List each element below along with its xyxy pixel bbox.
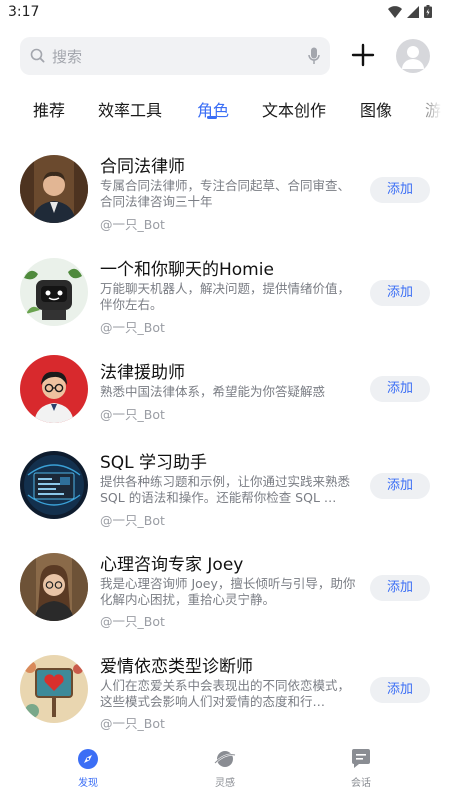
bot-author: @一只_Bot	[100, 320, 165, 335]
bot-author: @一只_Bot	[100, 513, 165, 528]
search-icon	[30, 48, 45, 63]
bot-avatar-sql	[20, 451, 88, 519]
tab-images[interactable]: 图像	[360, 97, 392, 121]
bot-description: 我是心理咨询师 Joey，擅长倾听与引导，助你化解内心困扰，重拾心灵宁静。	[100, 576, 356, 607]
bot-author: @一只_Bot	[100, 716, 165, 731]
nav-label: 会话	[351, 778, 371, 789]
tab-recommend[interactable]: 推荐	[33, 97, 65, 121]
active-tab-indicator	[207, 116, 217, 119]
nav-inspiration[interactable]: 灵感	[195, 748, 255, 789]
wifi-icon	[388, 5, 402, 18]
bot-description: 熟悉中国法律体系，希望能为你答疑解惑	[100, 384, 326, 399]
add-bot-button[interactable]: 添加	[370, 280, 430, 306]
add-bot-button[interactable]: 添加	[370, 177, 430, 203]
bot-name: 合同法律师	[100, 157, 185, 177]
list-item[interactable]: 法律援助师 熟悉中国法律体系，希望能为你答疑解惑 @一只_Bot 添加	[0, 354, 450, 450]
status-time: 3:17	[8, 4, 40, 20]
list-item[interactable]: SQL 学习助手 提供各种练习题和示例，让你通过实践来熟悉 SQL 的语法和操作…	[0, 448, 450, 544]
bot-name: SQL 学习助手	[100, 453, 208, 473]
list-item[interactable]: 心理咨询专家 Joey 我是心理咨询师 Joey，擅长倾听与引导，助你化解内心困…	[0, 549, 450, 645]
bot-avatar-homie	[20, 258, 88, 326]
battery-icon	[424, 5, 432, 18]
bot-name: 心理咨询专家 Joey	[100, 555, 244, 575]
add-bot-button[interactable]: 添加	[370, 677, 430, 703]
bot-name: 一个和你聊天的Homie	[100, 260, 274, 280]
bot-avatar-psychologist	[20, 553, 88, 621]
tab-scroll-fade	[410, 92, 450, 124]
nav-chats[interactable]: 会话	[331, 748, 391, 789]
add-bot-button[interactable]: 添加	[370, 473, 430, 499]
compass-icon	[78, 749, 98, 769]
chat-icon	[352, 749, 370, 768]
bot-description: 人们在恋爱关系中会表现出的不同依恋模式，这些模式会影响人们对爱情的态度和行…	[100, 678, 351, 709]
profile-avatar[interactable]	[396, 39, 430, 73]
search-input[interactable]: 搜索	[20, 37, 330, 75]
bot-author: @一只_Bot	[100, 407, 165, 422]
tab-writing[interactable]: 文本创作	[262, 97, 326, 121]
nav-label: 灵感	[215, 778, 235, 789]
planet-icon	[214, 751, 236, 767]
bot-name: 法律援助师	[100, 363, 185, 383]
list-item[interactable]: 一个和你聊天的Homie 万能聊天机器人，解决问题，提供情绪价值，伴你左右。 @…	[0, 253, 450, 349]
nav-label: 发现	[78, 778, 98, 789]
bot-description: 专属合同法律师，专注合同起草、合同审查、合同法律咨询三十年	[100, 178, 351, 209]
category-tabs: 推荐 效率工具 角色 文本创作 图像 游	[0, 90, 450, 130]
add-icon[interactable]	[349, 41, 377, 69]
bot-avatar-lawyer	[20, 155, 88, 223]
nav-discover[interactable]: 发现	[58, 748, 118, 789]
list-item[interactable]: 合同法律师 专属合同法律师，专注合同起草、合同审查、合同法律咨询三十年 @一只_…	[0, 150, 450, 246]
search-placeholder: 搜索	[52, 48, 83, 66]
bot-description: 万能聊天机器人，解决问题，提供情绪价值，伴你左右。	[100, 281, 351, 312]
bot-name: 爱情依恋类型诊断师	[100, 657, 253, 677]
bot-author: @一只_Bot	[100, 217, 165, 232]
user-icon	[402, 46, 424, 69]
bot-avatar-legal-aid	[20, 355, 88, 423]
status-icons	[388, 5, 432, 18]
bot-avatar-attachment	[20, 655, 88, 723]
bottom-nav: 发现 灵感 会话	[0, 738, 450, 799]
add-bot-button[interactable]: 添加	[370, 376, 430, 402]
bot-author: @一只_Bot	[100, 614, 165, 629]
list-item[interactable]: 爱情依恋类型诊断师 人们在恋爱关系中会表现出的不同依恋模式，这些模式会影响人们对…	[0, 651, 450, 747]
add-bot-button[interactable]: 添加	[370, 575, 430, 601]
tab-productivity[interactable]: 效率工具	[98, 97, 162, 121]
signal-icon	[407, 5, 419, 18]
bot-description: 提供各种练习题和示例，让你通过实践来熟悉 SQL 的语法和操作。还能帮你检查 S…	[100, 474, 351, 505]
status-bar: 3:17	[0, 0, 450, 26]
microphone-icon[interactable]	[308, 47, 320, 65]
